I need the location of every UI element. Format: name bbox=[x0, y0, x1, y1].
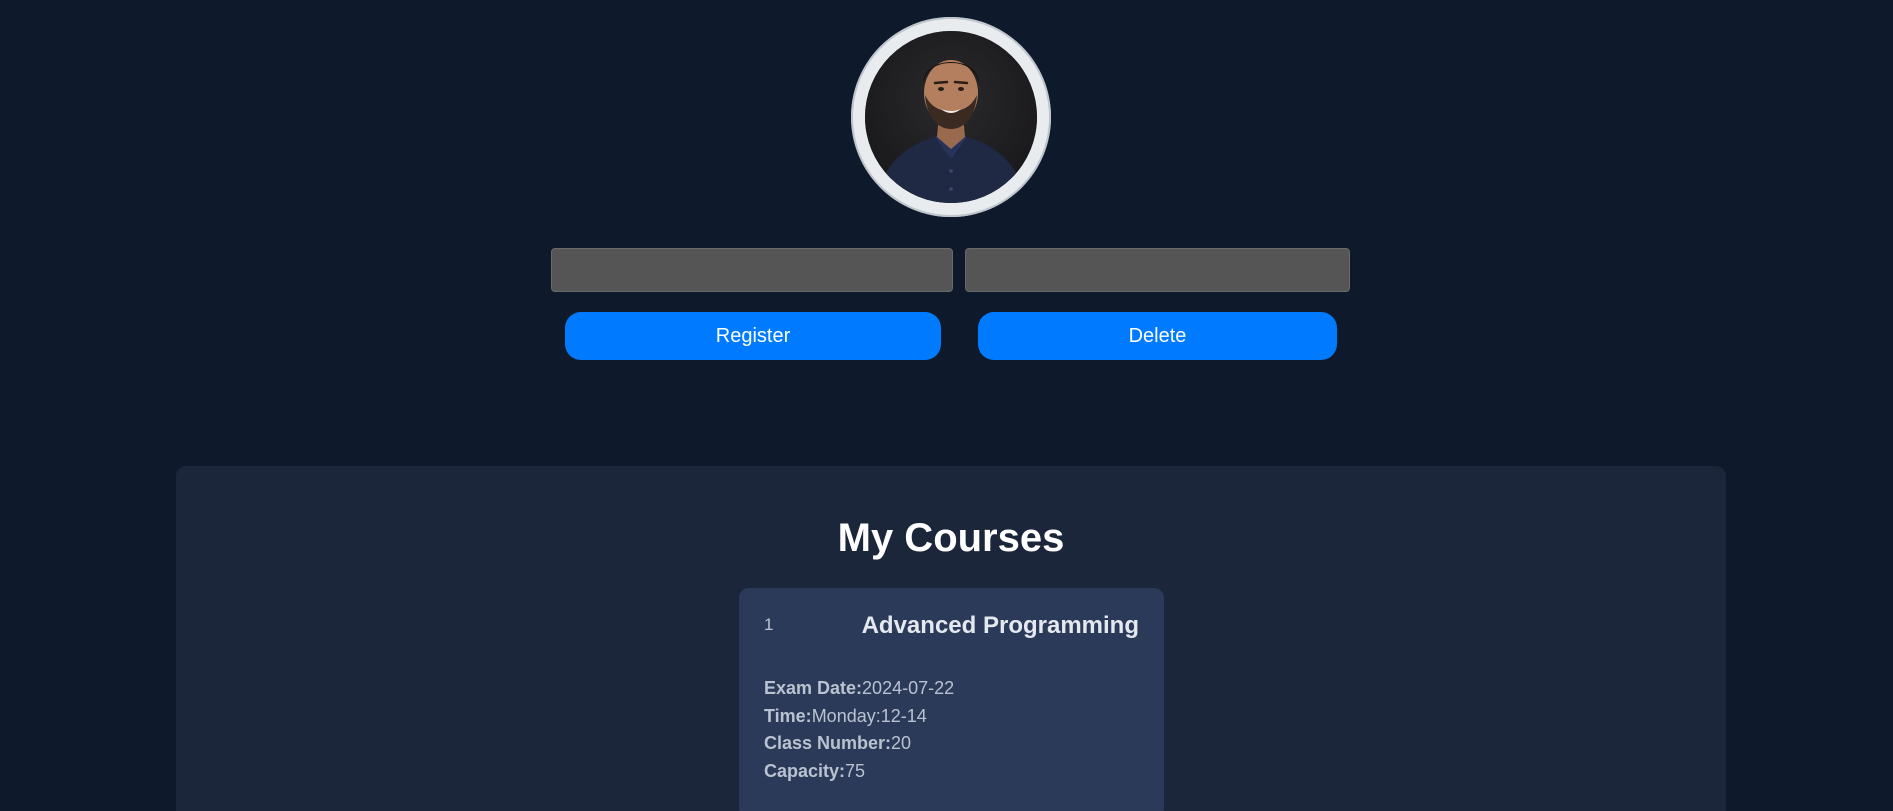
course-index: 1 bbox=[764, 615, 774, 634]
class-number-row: Class Number:20 bbox=[764, 730, 954, 758]
capacity-value: 75 bbox=[845, 760, 866, 781]
time-label: Time: bbox=[764, 705, 812, 726]
time-row: Time:Monday:12-14 bbox=[764, 703, 954, 731]
avatar bbox=[865, 31, 1037, 203]
exam-date-value: 2024-07-22 bbox=[862, 678, 955, 698]
capacity-label: Capacity: bbox=[764, 760, 846, 781]
exam-date-label: Exam Date: bbox=[764, 678, 863, 698]
second-input[interactable] bbox=[965, 248, 1350, 292]
capacity-row: Capacity:75 bbox=[764, 758, 954, 786]
course-details: Exam Date:2024-07-22 Time:Monday:12-14 C… bbox=[764, 675, 954, 785]
course-card[interactable]: 1 Advanced Programming Exam Date:2024-07… bbox=[739, 588, 1164, 811]
course-name: Advanced Programming bbox=[861, 612, 1139, 639]
register-button[interactable]: Register bbox=[565, 312, 941, 360]
exam-date-row: Exam Date:2024-07-22 bbox=[764, 675, 954, 703]
courses-panel: My Courses 1 Advanced Programming Exam D… bbox=[176, 466, 1726, 811]
time-value: Monday:12-14 bbox=[811, 705, 927, 726]
profile-photo-image bbox=[865, 31, 1037, 203]
class-number-label: Class Number: bbox=[764, 733, 892, 753]
first-input[interactable] bbox=[551, 248, 953, 292]
class-number-value: 20 bbox=[891, 733, 912, 753]
profile-page: Register Delete My Courses 1 Advanced Pr… bbox=[0, 0, 1893, 811]
courses-heading: My Courses bbox=[837, 516, 1065, 560]
avatar-frame bbox=[851, 17, 1051, 217]
delete-button[interactable]: Delete bbox=[978, 312, 1337, 360]
